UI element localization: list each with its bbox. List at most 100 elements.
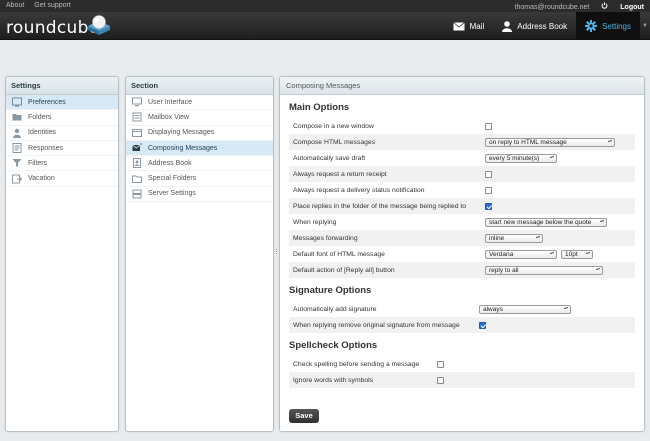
signature-options-legend: Signature Options — [289, 285, 372, 296]
settings-item-label: Folders — [28, 113, 52, 121]
nav-mail[interactable]: Mail — [444, 12, 494, 40]
option-select[interactable]: Verdana — [485, 249, 557, 259]
settings-item-label: Identities — [28, 129, 57, 137]
section-item-label: Address Book — [148, 159, 192, 167]
option-label: Default action of [Reply all] button — [293, 266, 395, 274]
option-label: Automatically add signature — [293, 305, 377, 313]
section-item[interactable]: Displaying Messages — [126, 126, 273, 141]
section-panel-title: Section — [126, 77, 273, 95]
settings-item-label: Preferences — [28, 98, 66, 106]
option-label: When replying — [293, 218, 337, 226]
monitor-icon — [132, 97, 142, 107]
section-item[interactable]: Server Settings — [126, 187, 273, 203]
option-row: Default action of [Reply all] button repl… — [289, 262, 635, 278]
chevron-down-icon: ▼ — [642, 23, 648, 29]
option-row: Automatically add signature always — [289, 301, 635, 317]
section-item[interactable]: Composing Messages — [126, 140, 273, 157]
vacation-icon — [12, 174, 22, 184]
option-label: Automatically save draft — [293, 154, 366, 162]
addressbook-icon — [132, 158, 142, 169]
section-item[interactable]: Special Folders — [126, 171, 273, 187]
settings-item[interactable]: Vacation — [6, 171, 118, 187]
option-select[interactable]: every 5 minute(s) — [485, 153, 557, 163]
mailbox-icon — [132, 112, 142, 122]
settings-item[interactable]: Responses — [6, 141, 118, 157]
logout-button[interactable]: Logout — [601, 2, 644, 11]
section-item[interactable]: User Interface — [126, 95, 273, 111]
nav-settings-label: Settings — [602, 21, 631, 31]
option-select[interactable]: always — [479, 304, 571, 314]
settings-item-label: Vacation — [28, 175, 55, 183]
section-item-label: Displaying Messages — [148, 129, 215, 137]
panel-splitter-handle[interactable] — [275, 248, 278, 258]
section-item-label: Composing Messages — [148, 144, 218, 152]
section-list: User Interface Mailbox View Displaying Mes… — [126, 95, 273, 203]
option-checkbox[interactable] — [437, 360, 444, 368]
section-item-label: Special Folders — [148, 175, 197, 183]
section-item-label: User Interface — [148, 98, 192, 106]
option-row: Always request a delivery status notific… — [289, 182, 635, 198]
option-row: Place replies in the folder of the messa… — [289, 198, 635, 214]
power-icon — [601, 2, 608, 9]
save-button[interactable]: Save — [289, 409, 319, 423]
about-link[interactable]: About — [6, 2, 24, 9]
option-checkbox[interactable] — [485, 202, 492, 210]
nav-addressbook[interactable]: Address Book — [493, 12, 576, 40]
option-row: Compose HTML messages on reply to HTML me… — [289, 134, 635, 150]
option-row: Automatically save draft every 5 minute(s… — [289, 150, 635, 166]
section-panel: Section User Interface Mailbox View Displa… — [125, 76, 274, 432]
person-icon — [502, 20, 513, 32]
nav-addressbook-label: Address Book — [517, 21, 568, 31]
top-bar: About Get support thomas@roundcube.net L… — [0, 0, 650, 12]
option-row: Messages forwarding inline — [289, 230, 635, 246]
main-nav: Mail Address Book Settings ▼ — [444, 12, 650, 40]
nav-mail-label: Mail — [469, 21, 485, 31]
section-item[interactable]: Address Book — [126, 156, 273, 172]
option-label: Place replies in the folder of the messa… — [293, 202, 467, 210]
option-checkbox[interactable] — [485, 186, 492, 194]
display-icon — [132, 128, 142, 138]
option-checkbox[interactable] — [485, 170, 492, 178]
option-label: Compose in a new window — [293, 122, 374, 130]
option-select[interactable]: reply to all — [485, 265, 603, 275]
identities-icon — [12, 128, 22, 138]
option-label: Always request a delivery status notific… — [293, 186, 425, 194]
section-item-label: Server Settings — [148, 190, 196, 198]
option-row: Check spelling before sending a message — [289, 356, 635, 372]
get-support-link[interactable]: Get support — [34, 2, 71, 9]
spellcheck-options-fieldset: Spellcheck Options Check spelling before… — [289, 333, 635, 388]
nav-settings[interactable]: Settings — [576, 12, 640, 40]
option-label: Check spelling before sending a message — [293, 360, 420, 368]
section-item[interactable]: Mailbox View — [126, 110, 273, 126]
special-folders-icon — [132, 174, 142, 184]
option-checkbox[interactable] — [437, 376, 444, 384]
main-options-legend: Main Options — [289, 102, 350, 113]
user-email: thomas@roundcube.net — [514, 4, 590, 11]
option-checkbox[interactable] — [485, 122, 492, 130]
filter-icon — [12, 158, 22, 168]
gear-icon — [585, 20, 598, 32]
option-select[interactable]: start new message below the quote — [485, 217, 607, 227]
option-checkbox[interactable] — [479, 321, 486, 329]
settings-item[interactable]: Filters — [6, 156, 118, 172]
option-label: Messages forwarding — [293, 234, 358, 242]
settings-item[interactable]: Preferences — [6, 95, 118, 111]
nav-menu-toggle[interactable]: ▼ — [640, 12, 650, 40]
compose-icon — [132, 143, 142, 153]
preferences-icon — [12, 97, 22, 107]
settings-list: Preferences Folders Identities Responses Fil… — [6, 95, 118, 187]
settings-item[interactable]: Folders — [6, 110, 118, 126]
font-size-select[interactable]: 10pt — [561, 249, 593, 259]
server-icon — [132, 189, 142, 199]
main-options-fieldset: Main Options Compose in a new window Comp… — [289, 95, 635, 278]
settings-panel: Settings Preferences Folders Identities Res… — [5, 76, 119, 432]
settings-item[interactable]: Identities — [6, 126, 118, 141]
option-select[interactable]: inline — [485, 233, 543, 243]
option-label: When replying remove original signature … — [293, 321, 460, 329]
folder-icon — [12, 112, 22, 122]
signature-options-fieldset: Signature Options Automatically add sign… — [289, 278, 635, 333]
logo-cube-icon — [88, 15, 110, 35]
option-label: Default font of HTML message — [293, 250, 385, 258]
option-label: Ignore words with symbols — [293, 376, 374, 384]
option-select[interactable]: on reply to HTML message — [485, 137, 615, 147]
